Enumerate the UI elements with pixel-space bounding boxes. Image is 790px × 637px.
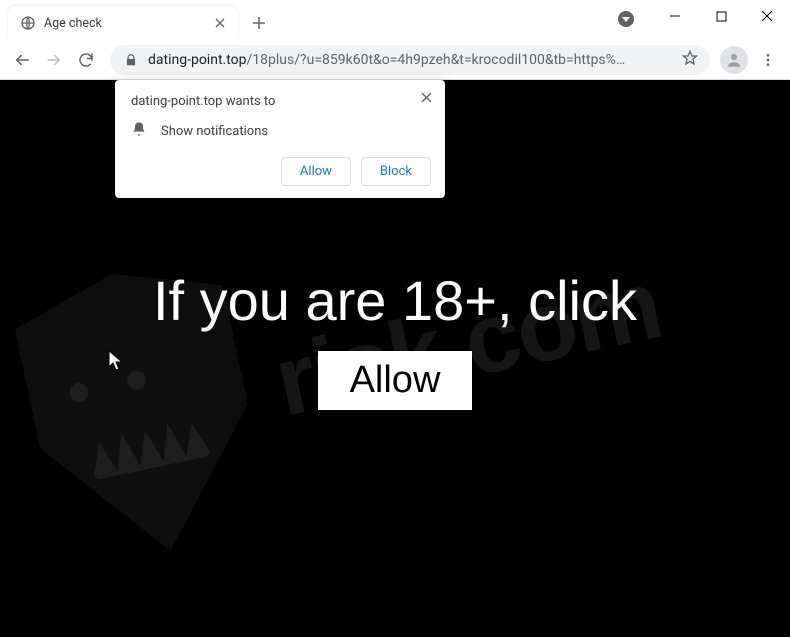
hero: If you are 18+, click Allow (153, 268, 637, 410)
address-bar[interactable]: dating-point.top/18plus/?u=859k60t&o=4h9… (110, 45, 710, 75)
minimize-button[interactable] (652, 0, 698, 32)
back-button[interactable] (6, 44, 38, 76)
window-titlebar: Age check (0, 0, 790, 40)
allow-button[interactable]: Allow (281, 157, 351, 186)
browser-tab[interactable]: Age check (8, 6, 238, 40)
close-window-button[interactable] (744, 0, 790, 32)
lock-icon[interactable] (122, 52, 140, 68)
forward-button[interactable] (38, 44, 70, 76)
url-path: /18plus/?u=859k60t&o=4h9pzeh&t=krocodil1… (247, 52, 626, 68)
menu-button[interactable] (752, 44, 784, 76)
fake-allow-button[interactable]: Allow (318, 351, 473, 410)
maximize-button[interactable] (698, 0, 744, 32)
browser-toolbar: dating-point.top/18plus/?u=859k60t&o=4h9… (0, 40, 790, 80)
close-tab-icon[interactable] (212, 15, 228, 31)
bookmark-star-icon[interactable] (678, 50, 698, 70)
bell-icon (131, 121, 147, 141)
notification-permission-prompt: dating-point.top wants to Show notificat… (115, 80, 445, 198)
block-button[interactable]: Block (361, 157, 431, 186)
profile-avatar[interactable] (720, 46, 748, 74)
media-indicator-icon[interactable] (618, 11, 634, 27)
globe-icon (20, 15, 36, 31)
window-controls (652, 0, 790, 32)
reload-button[interactable] (70, 44, 102, 76)
prompt-origin-line: dating-point.top wants to (131, 94, 431, 109)
page-heading: If you are 18+, click (153, 268, 637, 333)
tab-title: Age check (44, 16, 212, 31)
url-host: dating-point.top (148, 52, 247, 68)
close-prompt-icon[interactable] (415, 86, 437, 108)
new-tab-button[interactable] (246, 10, 272, 36)
url-text: dating-point.top/18plus/?u=859k60t&o=4h9… (148, 52, 678, 68)
prompt-capability: Show notifications (161, 124, 268, 139)
